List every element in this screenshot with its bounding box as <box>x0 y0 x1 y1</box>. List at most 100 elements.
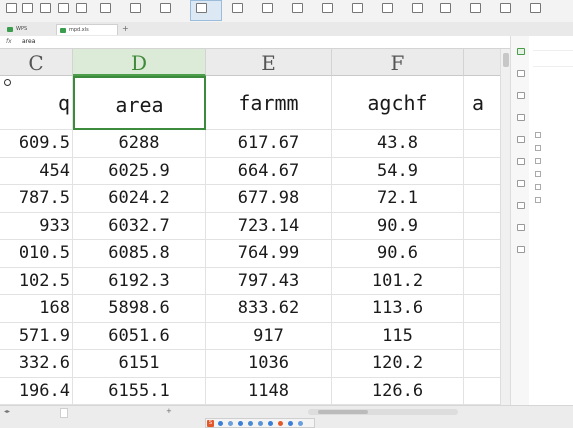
toolbar-button-icon[interactable] <box>530 3 541 13</box>
table-cell[interactable]: 6024.2 <box>73 185 206 213</box>
table-cell[interactable] <box>464 158 500 185</box>
table-cell[interactable]: 43.8 <box>332 130 464 158</box>
sidebar-item[interactable] <box>513 180 528 188</box>
table-cell[interactable]: 6151 <box>73 350 206 378</box>
toolbar-button-icon[interactable] <box>292 3 303 13</box>
ime-icon[interactable] <box>298 421 303 426</box>
scroll-thumb[interactable] <box>503 53 509 67</box>
sidebar-item[interactable] <box>513 224 528 232</box>
ime-icon[interactable] <box>238 421 243 426</box>
table-cell[interactable] <box>464 268 500 295</box>
column-header-g[interactable] <box>464 49 500 76</box>
sidebar-item[interactable] <box>513 114 528 122</box>
table-cell[interactable]: 664.67 <box>206 157 332 185</box>
horizontal-scrollbar[interactable] <box>308 409 458 415</box>
formula-input[interactable]: area <box>22 38 35 45</box>
table-cell[interactable]: 168 <box>0 295 73 323</box>
table-cell[interactable]: 196.4 <box>0 377 73 405</box>
toolbar-button-icon[interactable] <box>130 3 141 13</box>
table-cell[interactable]: 90.6 <box>332 240 464 268</box>
table-cell[interactable]: 609.5 <box>0 130 73 158</box>
table-cell[interactable]: 102.5 <box>0 267 73 295</box>
toolbar-button-icon[interactable] <box>322 3 333 13</box>
ime-icon[interactable] <box>278 421 283 426</box>
task-pane-item[interactable] <box>535 197 544 203</box>
ime-icon[interactable] <box>228 421 233 426</box>
toolbar-button-icon[interactable] <box>262 3 273 13</box>
header-cell[interactable]: q <box>0 76 73 130</box>
toolbar-button-icon[interactable] <box>440 3 451 13</box>
add-sheet-icon[interactable]: + <box>166 407 172 415</box>
table-cell[interactable] <box>464 130 500 158</box>
sheet-tab-active[interactable] <box>60 408 68 418</box>
header-cell[interactable]: area <box>73 76 206 130</box>
toolbar-button-icon[interactable] <box>160 3 171 13</box>
toolbar-button-icon[interactable] <box>40 3 51 13</box>
table-cell[interactable]: 126.6 <box>332 377 464 405</box>
ime-icon[interactable] <box>268 421 273 426</box>
table-cell[interactable]: 010.5 <box>0 240 73 268</box>
new-tab-plus-icon[interactable]: + <box>122 24 129 33</box>
tab-mpd-xls[interactable]: mpd.xls <box>56 24 118 35</box>
toolbar-button-icon[interactable] <box>412 3 423 13</box>
task-pane-item[interactable] <box>535 145 544 151</box>
toolbar-button-icon[interactable] <box>352 3 363 13</box>
toolbar-button-icon[interactable] <box>76 3 87 13</box>
task-pane-item[interactable] <box>535 158 544 164</box>
table-cell[interactable]: 90.9 <box>332 212 464 240</box>
sidebar-item[interactable] <box>513 92 528 100</box>
table-cell[interactable]: 54.9 <box>332 157 464 185</box>
table-cell[interactable] <box>464 378 500 405</box>
sidebar-item[interactable] <box>513 48 528 56</box>
header-cell[interactable]: agchf <box>332 76 464 130</box>
table-cell[interactable] <box>464 350 500 378</box>
toolbar-button-icon[interactable] <box>100 3 111 13</box>
toolbar-button-icon[interactable] <box>22 3 33 13</box>
column-header-e[interactable]: E <box>206 49 332 76</box>
table-cell[interactable]: 454 <box>0 157 73 185</box>
table-cell[interactable]: 571.9 <box>0 322 73 350</box>
ime-icon[interactable] <box>218 421 223 426</box>
header-cell[interactable]: farmm <box>206 76 332 130</box>
table-cell[interactable] <box>464 295 500 323</box>
table-cell[interactable]: 6051.6 <box>73 322 206 350</box>
task-pane-item[interactable] <box>535 184 544 190</box>
toolbar-button-icon[interactable] <box>232 3 243 13</box>
task-pane-item[interactable] <box>535 171 544 177</box>
spreadsheet-grid[interactable]: C D E Fq area farmm agchf a 609.5 6288 617.67 43.8 4… <box>0 49 500 405</box>
sidebar-item[interactable] <box>513 246 528 254</box>
table-cell[interactable]: 764.99 <box>206 240 332 268</box>
table-cell[interactable]: 723.14 <box>206 212 332 240</box>
table-cell[interactable]: 6288 <box>73 130 206 158</box>
table-cell[interactable] <box>464 185 500 213</box>
column-header-d[interactable]: D <box>73 49 206 76</box>
ime-icon[interactable] <box>258 421 263 426</box>
ime-icon[interactable] <box>288 421 293 426</box>
header-cell[interactable]: a <box>464 76 500 130</box>
toolbar-button-icon[interactable] <box>6 3 17 13</box>
sheet-nav-icon[interactable]: ◂▸ <box>4 408 10 415</box>
toolbar-button-icon[interactable] <box>58 3 69 13</box>
table-cell[interactable]: 917 <box>206 322 332 350</box>
table-cell[interactable]: 332.6 <box>0 350 73 378</box>
table-cell[interactable]: 1036 <box>206 350 332 378</box>
table-cell[interactable]: 933 <box>0 212 73 240</box>
toolbar-button-icon[interactable] <box>500 3 511 13</box>
column-header-f[interactable]: F <box>332 49 464 76</box>
task-pane-item[interactable] <box>535 132 544 138</box>
toolbar-button-icon[interactable] <box>382 3 393 13</box>
column-header-c[interactable]: C <box>0 49 73 76</box>
toolbar-button-icon[interactable] <box>470 3 481 13</box>
table-cell[interactable] <box>464 240 500 268</box>
table-cell[interactable]: 113.6 <box>332 295 464 323</box>
sidebar-item[interactable] <box>513 158 528 166</box>
table-cell[interactable]: 6192.3 <box>73 267 206 295</box>
table-cell[interactable]: 6032.7 <box>73 212 206 240</box>
table-cell[interactable]: 833.62 <box>206 295 332 323</box>
table-cell[interactable]: 6155.1 <box>73 377 206 405</box>
ime-icon[interactable] <box>248 421 253 426</box>
toolbar-button-icon[interactable] <box>196 3 207 13</box>
tab-wps[interactable]: WPS <box>4 24 54 35</box>
table-cell[interactable] <box>464 213 500 240</box>
table-cell[interactable]: 72.1 <box>332 185 464 213</box>
